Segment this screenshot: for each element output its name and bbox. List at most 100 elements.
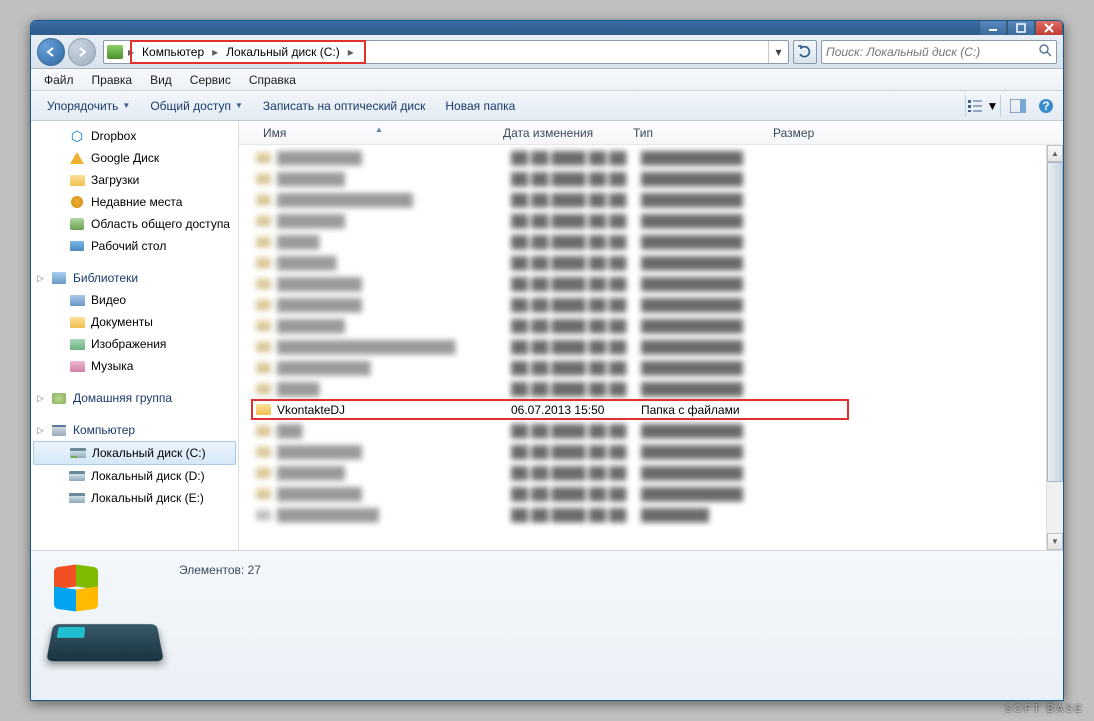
chevron-icon[interactable]: ▸ bbox=[126, 45, 136, 59]
desktop-icon bbox=[69, 238, 85, 254]
menu-view[interactable]: Вид bbox=[141, 71, 181, 89]
refresh-button[interactable] bbox=[793, 40, 817, 64]
folder-icon bbox=[69, 216, 85, 232]
column-headers: Имя▲ Дата изменения Тип Размер bbox=[239, 121, 1063, 145]
help-icon[interactable]: ? bbox=[1035, 95, 1057, 117]
file-row[interactable]: ██████████████.██.████ ██:██████████ bbox=[239, 504, 1063, 525]
file-row[interactable]: █████████████.██.████ ██:██████████████ bbox=[239, 357, 1063, 378]
file-list[interactable]: ████████████.██.████ ██:██████████████ █… bbox=[239, 145, 1063, 550]
expand-icon[interactable]: ▷ bbox=[37, 273, 44, 284]
chevron-icon[interactable]: ▸ bbox=[346, 45, 356, 59]
expand-icon[interactable]: ▷ bbox=[37, 425, 44, 436]
svg-text:?: ? bbox=[1042, 99, 1049, 113]
file-row[interactable]: ████████████.██.████ ██:██████████████ bbox=[239, 147, 1063, 168]
chevron-icon[interactable]: ▸ bbox=[210, 45, 220, 59]
scroll-thumb[interactable] bbox=[1047, 162, 1063, 482]
nav-row: ▸ Компьютер ▸ Локальный диск (C:) ▸ ▾ bbox=[31, 35, 1063, 69]
col-name[interactable]: Имя▲ bbox=[255, 126, 495, 140]
search-input[interactable] bbox=[826, 45, 1038, 59]
forward-button[interactable] bbox=[68, 38, 96, 66]
address-bar[interactable]: ▸ Компьютер ▸ Локальный диск (C:) ▸ ▾ bbox=[103, 40, 789, 64]
file-name: VkontakteDJ bbox=[277, 403, 511, 417]
scroll-down-button[interactable]: ▼ bbox=[1047, 533, 1063, 550]
burn-button[interactable]: Записать на оптический диск bbox=[253, 96, 436, 116]
sidebar-item-recent[interactable]: Недавние места bbox=[31, 191, 238, 213]
sidebar-drive-e[interactable]: Локальный диск (E:) bbox=[31, 487, 238, 509]
dropbox-icon: ⬡ bbox=[69, 128, 85, 144]
new-folder-button[interactable]: Новая папка bbox=[435, 96, 525, 116]
file-row[interactable]: █████████.██.████ ██:██████████████ bbox=[239, 252, 1063, 273]
sidebar-item-videos[interactable]: Видео bbox=[31, 289, 238, 311]
sidebar-item-pictures[interactable]: Изображения bbox=[31, 333, 238, 355]
file-row-vkontaktedj[interactable]: VkontakteDJ 06.07.2013 15:50 Папка с фай… bbox=[239, 399, 1063, 420]
breadcrumb-drive[interactable]: Локальный диск (C:) bbox=[220, 41, 346, 63]
sidebar-computer[interactable]: ▷Компьютер bbox=[31, 419, 238, 441]
navigation-pane[interactable]: ⬡Dropbox Google Диск Загрузки Недавние м… bbox=[31, 121, 239, 550]
expand-icon[interactable]: ▷ bbox=[37, 393, 44, 404]
back-button[interactable] bbox=[37, 38, 65, 66]
scroll-up-button[interactable]: ▲ bbox=[1047, 145, 1063, 162]
recent-icon bbox=[69, 194, 85, 210]
sidebar-homegroup[interactable]: ▷Домашняя группа bbox=[31, 387, 238, 409]
file-row[interactable]: ██████████.██.████ ██:██████████████ bbox=[239, 168, 1063, 189]
file-row[interactable]: ████████████.██.████ ██:██████████████ bbox=[239, 273, 1063, 294]
search-icon[interactable] bbox=[1038, 43, 1052, 60]
address-dropdown[interactable]: ▾ bbox=[768, 41, 788, 63]
menu-edit[interactable]: Правка bbox=[83, 71, 142, 89]
search-box[interactable] bbox=[821, 40, 1057, 64]
file-row[interactable]: ████████████.██.████ ██:██████████████ bbox=[239, 441, 1063, 462]
folder-icon bbox=[255, 402, 271, 418]
sidebar-drive-d[interactable]: Локальный диск (D:) bbox=[31, 465, 238, 487]
file-row[interactable]: ██████████.██.████ ██:██████████████ bbox=[239, 462, 1063, 483]
menu-bar: Файл Правка Вид Сервис Справка bbox=[31, 69, 1063, 91]
menu-file[interactable]: Файл bbox=[35, 71, 83, 89]
sidebar-item-dropbox[interactable]: ⬡Dropbox bbox=[31, 125, 238, 147]
file-row[interactable]: ███████.██.████ ██:██████████████ bbox=[239, 378, 1063, 399]
file-row[interactable]: ████████████.██.████ ██:██████████████ bbox=[239, 483, 1063, 504]
file-row[interactable]: ████████████.██.████ ██:██████████████ bbox=[239, 294, 1063, 315]
file-type: Папка с файлами bbox=[641, 403, 781, 417]
file-row[interactable]: ███████.██.████ ██:██████████████ bbox=[239, 231, 1063, 252]
organize-button[interactable]: Упорядочить▼ bbox=[37, 96, 140, 116]
drive-large-icon bbox=[45, 559, 165, 679]
documents-icon bbox=[69, 314, 85, 330]
sidebar-item-music[interactable]: Музыка bbox=[31, 355, 238, 377]
item-count: Элементов: 27 bbox=[179, 559, 261, 577]
col-type[interactable]: Тип bbox=[625, 126, 765, 140]
video-icon bbox=[69, 292, 85, 308]
vertical-scrollbar[interactable]: ▲ ▼ bbox=[1046, 145, 1063, 550]
file-row[interactable]: ██████████.██.████ ██:██████████████ bbox=[239, 210, 1063, 231]
explorer-window: ▸ Компьютер ▸ Локальный диск (C:) ▸ ▾ Фа… bbox=[30, 20, 1064, 701]
menu-help[interactable]: Справка bbox=[240, 71, 305, 89]
file-row[interactable]: ██████████.██.████ ██:██████████████ bbox=[239, 315, 1063, 336]
sort-asc-icon: ▲ bbox=[375, 125, 383, 134]
breadcrumb-computer[interactable]: Компьютер bbox=[136, 41, 210, 63]
file-row[interactable]: ██████████████████.██.████ ██:██████████… bbox=[239, 189, 1063, 210]
sidebar-item-desktop[interactable]: Рабочий стол bbox=[31, 235, 238, 257]
sidebar-item-public[interactable]: Область общего доступа bbox=[31, 213, 238, 235]
toolbar: Упорядочить▼ Общий доступ▼ Записать на о… bbox=[31, 91, 1063, 121]
titlebar[interactable] bbox=[31, 21, 1063, 35]
sidebar-item-downloads[interactable]: Загрузки bbox=[31, 169, 238, 191]
sidebar-item-gdrive[interactable]: Google Диск bbox=[31, 147, 238, 169]
file-row[interactable]: █████.██.████ ██:██████████████ bbox=[239, 420, 1063, 441]
drive-icon bbox=[69, 490, 85, 506]
drive-icon bbox=[69, 468, 85, 484]
sidebar-libraries[interactable]: ▷Библиотеки bbox=[31, 267, 238, 289]
col-size[interactable]: Размер bbox=[765, 126, 845, 140]
watermark: SOFT BASE bbox=[1004, 703, 1084, 715]
file-row[interactable]: ███████████████████████.██.████ ██:█████… bbox=[239, 336, 1063, 357]
menu-service[interactable]: Сервис bbox=[181, 71, 240, 89]
sidebar-drive-c[interactable]: Локальный диск (C:) bbox=[33, 441, 236, 465]
file-date: 06.07.2013 15:50 bbox=[511, 403, 641, 417]
sidebar-item-documents[interactable]: Документы bbox=[31, 311, 238, 333]
gdrive-icon bbox=[69, 150, 85, 166]
preview-pane-button[interactable] bbox=[1007, 95, 1029, 117]
view-options[interactable]: ▼ bbox=[965, 95, 1001, 117]
col-date[interactable]: Дата изменения bbox=[495, 126, 625, 140]
pictures-icon bbox=[69, 336, 85, 352]
homegroup-icon bbox=[51, 390, 67, 406]
computer-icon bbox=[51, 422, 67, 438]
details-pane: Элементов: 27 bbox=[31, 550, 1063, 700]
share-button[interactable]: Общий доступ▼ bbox=[140, 96, 253, 116]
